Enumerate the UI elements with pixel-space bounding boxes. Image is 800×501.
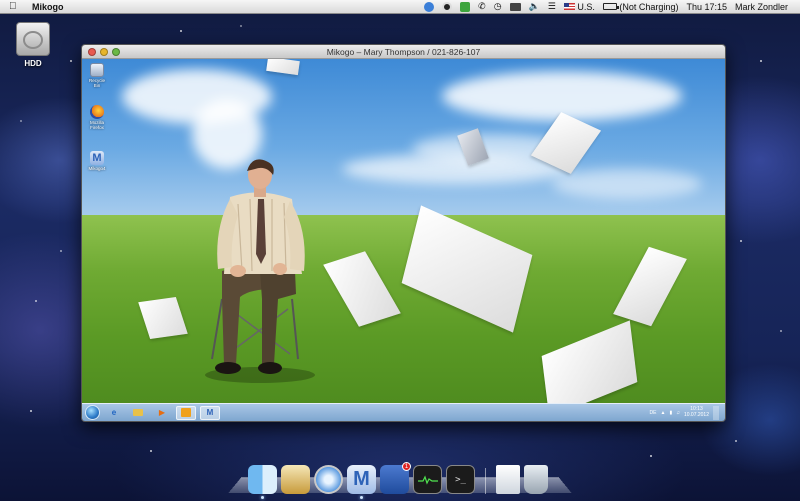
preview-icon[interactable] [281, 465, 310, 494]
trash-icon[interactable] [524, 465, 548, 494]
taskbar-explorer-button[interactable] [128, 406, 148, 420]
mikogo-viewer-window: Mikogo – Mary Thompson / 021-826-107 Rec… [81, 44, 726, 422]
language-indicator[interactable]: DE [650, 410, 657, 416]
remote-firefox-icon[interactable]: Mozilla Firefox [86, 105, 108, 130]
status-area: ✆ ◷ 🔈 ☰ U.S. (Not Charging) Thu 17:15 Ma… [424, 1, 800, 13]
wifi-icon[interactable]: ☰ [548, 1, 556, 13]
hard-drive-icon [16, 22, 50, 56]
close-button[interactable] [88, 47, 96, 56]
remote-clock[interactable]: 10:13 10.07.2012 [683, 406, 709, 418]
show-desktop-button[interactable] [713, 405, 719, 420]
input-source[interactable]: U.S. [563, 1, 595, 13]
explorer-icon [133, 409, 143, 416]
wallpaper-sky [82, 59, 725, 219]
xcode-icon[interactable]: 1 [380, 462, 411, 494]
system-tray: DE ▲ ▮ ♫ 10:13 10.07.2012 [650, 405, 725, 420]
taskbar-media-player-button[interactable]: ▶ [152, 406, 172, 420]
activity-monitor-icon[interactable] [413, 465, 442, 494]
taskbar-mikogo-button[interactable]: M [200, 405, 220, 420]
battery-icon [602, 3, 619, 10]
evernote-icon[interactable] [460, 1, 471, 13]
bluetooth-icon[interactable] [424, 1, 435, 13]
apple-icon[interactable]:  [9, 0, 21, 14]
input-source-label: U.S. [577, 1, 595, 12]
window-title: Mikogo – Mary Thompson / 021-826-107 [326, 46, 481, 57]
start-button[interactable] [85, 405, 100, 420]
notification-badge: 1 [402, 462, 411, 471]
terminal-icon[interactable]: >_ [446, 465, 475, 494]
media-player-icon: ▶ [158, 408, 166, 417]
remote-screen[interactable]: Recycle Bin Mozilla Firefox M Mikogo4 e … [82, 59, 725, 421]
ie-icon: e [111, 408, 117, 417]
window-titlebar[interactable]: Mikogo – Mary Thompson / 021-826-107 [82, 45, 725, 59]
hdd-label: HDD [24, 59, 42, 68]
recycle-bin-label: Recycle Bin [88, 78, 105, 88]
user-menu[interactable]: Mark Zondler [735, 1, 788, 13]
recycle-bin-icon [90, 63, 104, 77]
app-menu-mikogo[interactable]: Mikogo [32, 2, 64, 12]
remote-date: 10.07.2012 [683, 411, 709, 418]
man-on-chair-image [205, 159, 315, 383]
volume-icon[interactable]: ♫ [676, 410, 680, 416]
remote-mikogo-icon[interactable]: M Mikogo4 [86, 151, 108, 171]
battery-status-label: (Not Charging) [619, 1, 679, 12]
taskbar-outlook-button[interactable] [176, 405, 196, 420]
display-icon[interactable] [509, 1, 521, 13]
show-hidden-icons[interactable]: ▲ [661, 410, 666, 416]
zoom-button[interactable] [112, 47, 120, 56]
battery-menu[interactable]: (Not Charging) [602, 1, 679, 13]
us-flag-icon [563, 3, 575, 10]
safari-icon[interactable] [314, 465, 343, 494]
remote-taskbar: e ▶ M DE ▲ ▮ ♫ 10:13 10.07.2012 [82, 403, 725, 421]
firefox-icon [90, 105, 104, 119]
mikogo-status-icon[interactable] [442, 1, 453, 13]
mikogo-icon[interactable]: M [347, 465, 376, 499]
network-icon[interactable]: ▮ [669, 410, 672, 416]
remote-recycle-bin-icon[interactable]: Recycle Bin [86, 63, 108, 88]
phone-icon[interactable]: ✆ [478, 1, 486, 13]
outlook-icon [181, 408, 191, 417]
taskbar-ie-button[interactable]: e [104, 406, 124, 420]
hdd-desktop-icon[interactable]: HDD [11, 22, 55, 68]
minimize-button[interactable] [100, 47, 108, 56]
mikogo-icon: M [90, 151, 104, 165]
finder-icon[interactable] [248, 465, 277, 499]
dock: M 1 >_ [248, 460, 548, 499]
mikogo-icon: M [206, 408, 214, 417]
menu-clock[interactable]: Thu 17:15 [686, 1, 727, 13]
mikogo-label: Mikogo4 [88, 166, 106, 171]
documents-stack-icon[interactable] [496, 465, 520, 494]
firefox-label: Mozilla Firefox [89, 120, 104, 130]
volume-icon[interactable]: 🔈 [529, 1, 540, 13]
menu-bar:  Mikogo ✆ ◷ 🔈 ☰ U.S. (Not Charging) Thu… [0, 0, 800, 14]
dock-separator [485, 468, 486, 494]
time-machine-icon[interactable]: ◷ [494, 1, 502, 13]
